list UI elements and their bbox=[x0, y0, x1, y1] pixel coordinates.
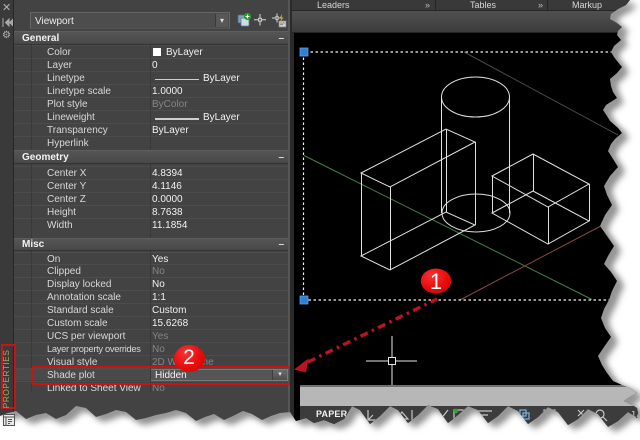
svg-text:1: 1 bbox=[430, 269, 442, 294]
